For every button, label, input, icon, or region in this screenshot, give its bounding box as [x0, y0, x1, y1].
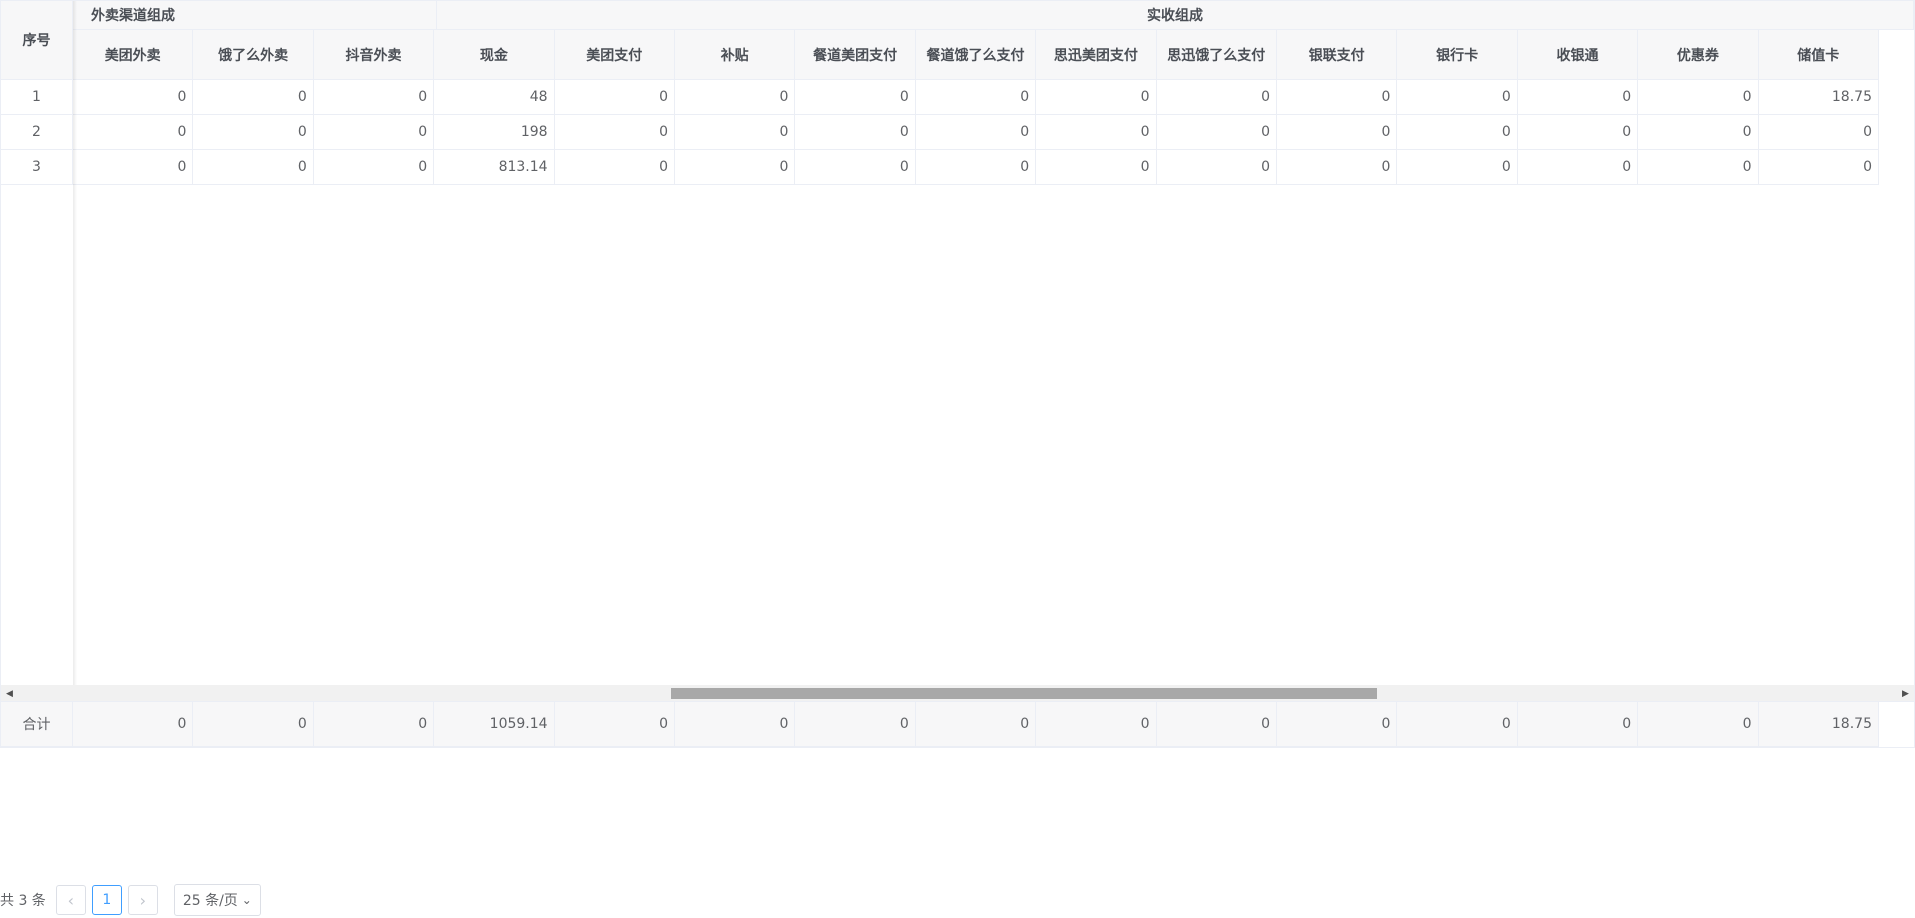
table-cell: 0: [73, 80, 194, 115]
row-seq-cell: 1: [1, 80, 73, 115]
footer-total-cell: 0: [675, 702, 796, 747]
table-cell: 0: [193, 115, 314, 150]
table-cell: 0: [1036, 150, 1157, 185]
column-header[interactable]: 银联支付: [1277, 30, 1398, 80]
table-cell: 0: [1156, 150, 1277, 185]
prev-page-button[interactable]: ‹: [55, 885, 86, 915]
table-cell: 48: [434, 80, 555, 115]
table-cell: 0: [313, 115, 435, 150]
table-cell: 813.14: [434, 150, 555, 185]
table-cell: 0: [1277, 115, 1398, 150]
horizontal-scrollbar[interactable]: ◀ ▶: [1, 685, 1914, 702]
group-header-actual: 实收组成: [437, 1, 1914, 30]
table-cell: 0: [1638, 150, 1759, 185]
table-cell: 0: [1277, 150, 1398, 185]
column-header[interactable]: 补贴: [675, 30, 796, 80]
fixed-column-shadow: [73, 1, 77, 747]
table-cell: 0: [1277, 80, 1398, 115]
table-cell: 0: [915, 150, 1037, 185]
chevron-right-icon: ›: [139, 890, 147, 910]
column-header[interactable]: 思迅美团支付: [1036, 30, 1157, 80]
next-page-button[interactable]: ›: [127, 885, 158, 915]
column-header[interactable]: 收银通: [1517, 30, 1639, 80]
footer-total-cell: 0: [1036, 702, 1157, 747]
pagination: 共 3 条 ‹ 1 › 25 条/页 ⌄: [0, 884, 261, 916]
page-size-value: 25 条/页: [182, 893, 238, 909]
table-cell: 0: [193, 150, 314, 185]
table-cell: 0: [1517, 115, 1639, 150]
footer-total-label: 合计: [1, 702, 73, 747]
footer-total-cell: 0: [193, 702, 314, 747]
total-count: 共 3 条: [0, 893, 46, 909]
footer-total-cell: 0: [915, 702, 1037, 747]
scrollbar-thumb[interactable]: [671, 688, 1377, 699]
table-cell: 198: [434, 115, 555, 150]
row-seq-cell: 3: [1, 150, 73, 185]
column-header[interactable]: 餐道饿了么支付: [915, 30, 1037, 80]
table-cell: 0: [1758, 150, 1879, 185]
column-header[interactable]: 美团外卖: [73, 30, 194, 80]
footer-total-cell: 18.75: [1758, 702, 1879, 747]
table-cell: 0: [313, 150, 435, 185]
footer-total-cell: 0: [1156, 702, 1277, 747]
data-table: 序号 外卖渠道组成 实收组成 美团外卖 饿了么外卖 抖音外卖 现金 美团支付 补贴 餐道美团…: [0, 0, 1915, 748]
table-cell: 0: [675, 150, 796, 185]
page-size-select[interactable]: 25 条/页 ⌄: [173, 884, 261, 916]
table-cell: 0: [915, 80, 1037, 115]
group-header-takeout: 外卖渠道组成: [73, 1, 437, 30]
table-cell: 0: [1156, 80, 1277, 115]
table-cell: 0: [795, 80, 916, 115]
table-cell: 0: [193, 80, 314, 115]
table-cell: 0: [73, 115, 194, 150]
footer-total-cell: 0: [795, 702, 916, 747]
column-header[interactable]: 现金: [434, 30, 555, 80]
table-cell: 0: [1517, 150, 1639, 185]
footer-total-cell: 0: [1397, 702, 1518, 747]
column-header[interactable]: 银行卡: [1397, 30, 1518, 80]
column-header[interactable]: 优惠券: [1638, 30, 1759, 80]
scroll-right-arrow-icon[interactable]: ▶: [1897, 685, 1914, 702]
column-header[interactable]: 饿了么外卖: [193, 30, 314, 80]
footer-total-cell: 0: [313, 702, 435, 747]
table-cell: 0: [554, 115, 675, 150]
table-cell: 0: [1517, 80, 1639, 115]
table-cell: 0: [1638, 80, 1759, 115]
column-header[interactable]: 储值卡: [1758, 30, 1879, 80]
chevron-left-icon: ‹: [67, 890, 75, 910]
table-cell: 0: [554, 150, 675, 185]
chevron-down-icon: ⌄: [241, 893, 252, 907]
column-header[interactable]: 美团支付: [554, 30, 675, 80]
footer-total-cell: 0: [1277, 702, 1398, 747]
table-cell: 0: [795, 115, 916, 150]
table-cell: 0: [1397, 115, 1518, 150]
table-cell: 0: [1036, 115, 1157, 150]
table-cell: 0: [73, 150, 194, 185]
row-seq-cell: 2: [1, 115, 73, 150]
table-cell: 0: [675, 80, 796, 115]
table-cell: 0: [1036, 80, 1157, 115]
table-cell: 0: [915, 115, 1037, 150]
column-header[interactable]: 思迅饿了么支付: [1156, 30, 1277, 80]
table-cell: 0: [1397, 80, 1518, 115]
column-header[interactable]: 餐道美团支付: [795, 30, 916, 80]
scroll-left-arrow-icon[interactable]: ◀: [1, 685, 18, 702]
footer-total-cell: 0: [1517, 702, 1639, 747]
footer-total-cell: 0: [554, 702, 675, 747]
table-cell: 18.75: [1758, 80, 1879, 115]
table-cell: 0: [675, 115, 796, 150]
footer-total-cell: 0: [73, 702, 194, 747]
seq-header: 序号: [1, 1, 73, 80]
table-cell: 0: [1156, 115, 1277, 150]
table-cell: 0: [795, 150, 916, 185]
footer-total-cell: 1059.14: [434, 702, 555, 747]
table-cell: 0: [554, 80, 675, 115]
table-cell: 0: [313, 80, 435, 115]
column-header[interactable]: 抖音外卖: [313, 30, 435, 80]
page-number-button[interactable]: 1: [91, 885, 122, 915]
footer-total-cell: 0: [1638, 702, 1759, 747]
table-cell: 0: [1758, 115, 1879, 150]
table-cell: 0: [1638, 115, 1759, 150]
table-cell: 0: [1397, 150, 1518, 185]
